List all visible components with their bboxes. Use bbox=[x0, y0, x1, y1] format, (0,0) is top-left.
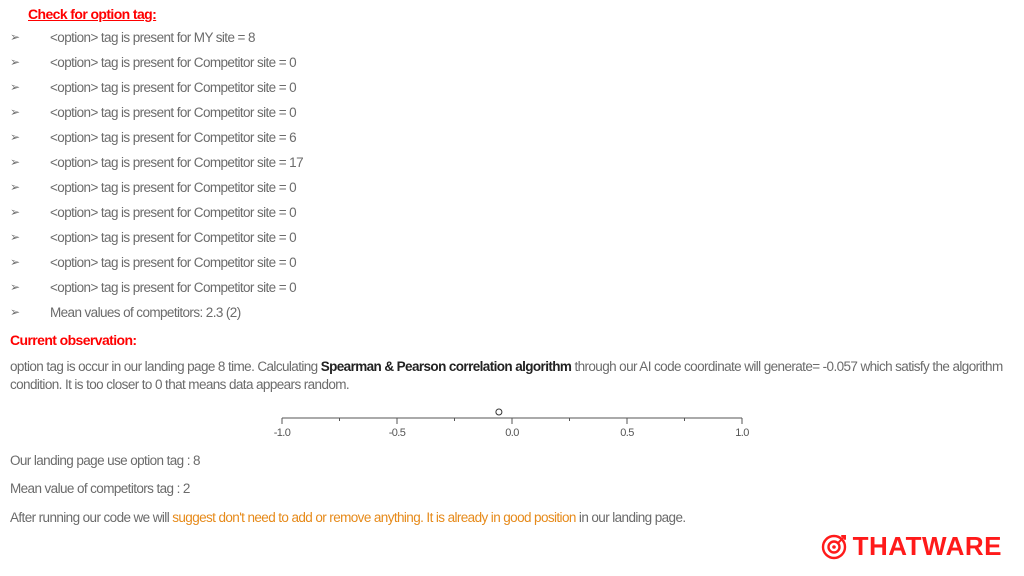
list-item: <option> tag is present for Competitor s… bbox=[10, 101, 1014, 126]
brand-name: THATWARE bbox=[853, 531, 1002, 562]
suggest-text-b: in our landing page. bbox=[576, 510, 686, 525]
list-item: <option> tag is present for Competitor s… bbox=[10, 201, 1014, 226]
suggestion-line: After running our code we will suggest d… bbox=[10, 509, 1014, 527]
target-icon bbox=[821, 534, 847, 560]
number-line-chart: -1.0 -0.5 0.0 0.5 1.0 bbox=[272, 404, 752, 440]
landing-count-line: Our landing page use option tag : 8 bbox=[10, 452, 1014, 470]
svg-text:-0.5: -0.5 bbox=[389, 427, 406, 439]
list-item: <option> tag is present for MY site = 8 bbox=[10, 26, 1014, 51]
list-item: <option> tag is present for Competitor s… bbox=[10, 151, 1014, 176]
list-item: <option> tag is present for Competitor s… bbox=[10, 176, 1014, 201]
observation-paragraph: option tag is occur in our landing page … bbox=[10, 358, 1014, 394]
list-item: <option> tag is present for Competitor s… bbox=[10, 251, 1014, 276]
svg-text:0.0: 0.0 bbox=[505, 427, 519, 439]
svg-text:1.0: 1.0 bbox=[735, 427, 749, 439]
section-title: Check for option tag: bbox=[28, 6, 1014, 22]
obs-text-a: option tag is occur in our landing page … bbox=[10, 359, 321, 374]
list-item: <option> tag is present for Competitor s… bbox=[10, 226, 1014, 251]
suggest-text-highlight: suggest don't need to add or remove anyt… bbox=[172, 510, 576, 525]
svg-text:0.5: 0.5 bbox=[620, 427, 634, 439]
list-item: Mean values of competitors: 2.3 (2) bbox=[10, 301, 1014, 326]
brand-logo: THATWARE bbox=[821, 531, 1002, 562]
obs-text-bold: Spearman & Pearson correlation algorithm bbox=[321, 359, 572, 374]
list-item: <option> tag is present for Competitor s… bbox=[10, 126, 1014, 151]
bullet-list: <option> tag is present for MY site = 8 … bbox=[10, 26, 1014, 326]
list-item: <option> tag is present for Competitor s… bbox=[10, 276, 1014, 301]
competitor-mean-line: Mean value of competitors tag : 2 bbox=[10, 480, 1014, 498]
list-item: <option> tag is present for Competitor s… bbox=[10, 51, 1014, 76]
observation-title: Current observation: bbox=[10, 332, 1014, 348]
svg-text:-1.0: -1.0 bbox=[274, 427, 291, 439]
suggest-text-a: After running our code we will bbox=[10, 510, 172, 525]
list-item: <option> tag is present for Competitor s… bbox=[10, 76, 1014, 101]
